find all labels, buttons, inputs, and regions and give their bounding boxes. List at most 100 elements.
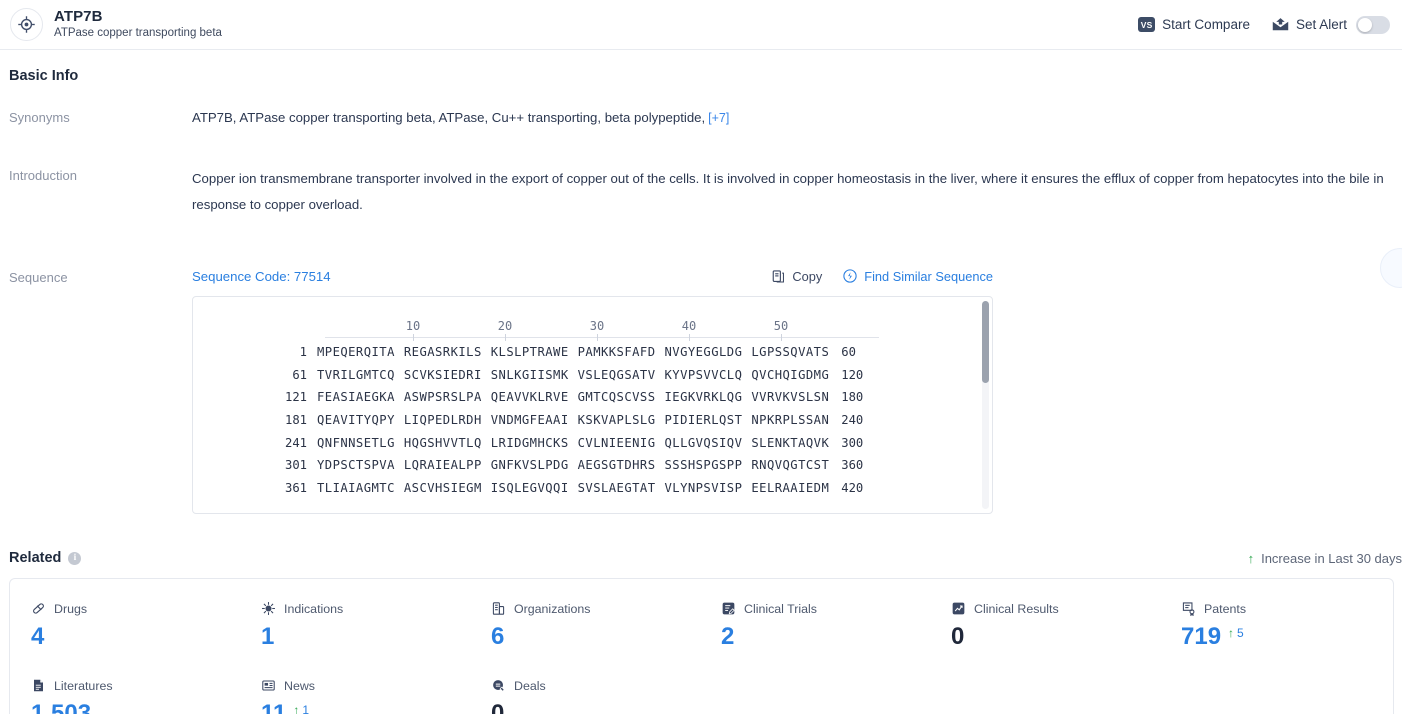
sequence-chunk: SCVKSIEDRI [403, 367, 482, 382]
sequence-chunk: AEGSGTDHRS [577, 458, 656, 473]
copy-button[interactable]: Copy [771, 269, 822, 284]
capsule-icon [31, 601, 46, 616]
sequence-line-end: 120 [841, 367, 864, 382]
page-title: ATP7B [54, 8, 103, 25]
related-metric-drugs[interactable]: Drugs 4 [10, 601, 240, 652]
related-metric-clinical-trials[interactable]: Clinical Trials 2 [700, 601, 930, 652]
sequence-chunk: KYVPSVVCLQ [664, 367, 743, 382]
target-icon [10, 8, 43, 41]
related-metric-value-row: 719 ↑ 5 [1181, 622, 1390, 652]
related-metric-value-row: 0 [491, 699, 700, 714]
related-metric-deals[interactable]: Deals 0 [470, 678, 700, 714]
copy-icon [771, 269, 786, 284]
sequence-chunk: QVCHQIGDMG [751, 367, 830, 382]
related-metric-literatures[interactable]: Literatures 1,503 [10, 678, 240, 714]
related-title: Related [9, 550, 62, 566]
page-subtitle: ATPase copper transporting beta [54, 27, 222, 39]
sequence-code-link[interactable]: Sequence Code: 77514 [192, 269, 331, 284]
sequence-chunk: SVSLAEGTAT [577, 480, 656, 495]
sequence-chunk: EELRAAIEDM [751, 480, 830, 495]
clinical-trial-icon [721, 601, 736, 616]
sequence-line: 121 FEASIAEGKA ASWPSRSLPA QEAVVKLRVE GMTCQSC… [193, 386, 992, 409]
sequence-chunk: FEASIAEGKA [317, 390, 395, 405]
sequence-line-start: 301 [284, 458, 307, 473]
find-similar-sequence-button[interactable]: Find Similar Sequence [842, 268, 993, 284]
related-metric-head: Deals [491, 678, 700, 693]
ruler-tick-label: 40 [681, 319, 697, 333]
sequence-viewer[interactable]: 10 20 30 40 50 1 MPEQERQITA REGASRKILS K… [192, 296, 993, 514]
sequence-chunks: QNFNNSETLG HQGSHVVTLQ LRIDGMHCKS CVLNIEENIG… [317, 436, 829, 450]
related-metric-delta-value: 1 [302, 703, 310, 714]
related-metric-head: Literatures [31, 678, 240, 693]
sequence-chunks: TLIAIAGMTC ASCVHSIEGM ISQLEGVQQI SVSLAEGTAT… [317, 481, 829, 495]
sequence-chunk: GNFKVSLPDG [490, 458, 569, 473]
related-metric-value-row: 1 [261, 622, 470, 652]
increase-legend: ↑ Increase in Last 30 days [1248, 551, 1402, 566]
set-alert-toggle[interactable] [1356, 15, 1390, 34]
related-metric-news[interactable]: News 11 ↑ 1 [240, 678, 470, 714]
ruler-tick-label: 10 [405, 319, 421, 333]
sequence-chunks: QEAVITYQPY LIQPEDLRDH VNDMGFEAAI KSKVAPLSLG… [317, 413, 829, 427]
synonyms-value-wrap: ATP7B, ATPase copper transporting beta, … [192, 108, 729, 128]
sequence-chunk: CVLNIEENIG [577, 435, 656, 450]
sequence-line-end: 60 [841, 345, 856, 360]
sequence-chunk: TVRILGMTCQ [317, 367, 395, 382]
sequence-line-end: 420 [841, 480, 864, 495]
related-metric-delta: ↑ 1 [293, 703, 309, 714]
related-metric-patents[interactable]: Patents 719 ↑ 5 [1160, 601, 1390, 652]
sequence-chunk: HQGSHVVTLQ [403, 435, 482, 450]
related-metric-indications[interactable]: Indications 1 [240, 601, 470, 652]
related-metric-delta: ↑ 5 [1228, 626, 1244, 640]
sequence-chunk: REGASRKILS [403, 345, 482, 360]
sequence-chunk: LRIDGMHCKS [490, 435, 569, 450]
start-compare-label: Start Compare [1162, 17, 1250, 32]
related-metric-value[interactable]: 0 [951, 622, 964, 652]
sequence-chunk: NPKRPLSSAN [751, 413, 830, 428]
ruler-tick-mark [689, 334, 690, 341]
related-metric-head: News [261, 678, 470, 693]
sequence-chunk: QEAVITYQPY [317, 413, 395, 428]
related-metric-value[interactable]: 1,503 [31, 699, 91, 714]
start-compare-button[interactable]: VS Start Compare [1138, 17, 1250, 32]
related-metric-value[interactable]: 1 [261, 622, 274, 652]
sequence-ruler: 10 20 30 40 50 [325, 315, 879, 341]
vs-icon: VS [1138, 17, 1156, 32]
ruler-tick-label: 50 [773, 319, 789, 333]
related-metric-value[interactable]: 11 [261, 699, 286, 714]
find-similar-icon [842, 268, 858, 284]
related-metric-value[interactable]: 2 [721, 622, 734, 652]
related-metric-head: Clinical Results [951, 601, 1160, 616]
info-icon[interactable]: i [68, 551, 82, 565]
related-metric-value[interactable]: 4 [31, 622, 44, 652]
brand-block: ATP7B ATPase copper transporting beta [10, 8, 222, 41]
related-metric-label: Drugs [54, 601, 88, 616]
introduction-row: Introduction Copper ion transmembrane tr… [9, 166, 1402, 218]
sequence-line-list: 1 MPEQERQITA REGASRKILS KLSLPTRAWE PAMKKSFAF… [193, 341, 992, 499]
sequence-chunk: IEGKVRKLQG [664, 390, 743, 405]
sequence-chunk: VSLEQGSATV [577, 367, 656, 382]
related-metric-grid: Drugs 4 Indications 1 Organizations 6 Clinical… [10, 601, 1393, 714]
sequence-scrollbar[interactable] [982, 301, 989, 509]
related-metric-value[interactable]: 6 [491, 622, 504, 652]
sequence-line: 241 QNFNNSETLG HQGSHVVTLQ LRIDGMHCKS CVLNIEE… [193, 431, 992, 454]
sequence-line-start: 121 [284, 390, 307, 405]
related-metric-head: Organizations [491, 601, 700, 616]
sequence-chunk: VVRVKVSLSN [751, 390, 830, 405]
sequence-scrollbar-thumb[interactable] [982, 301, 989, 383]
related-metric-label: Patents [1204, 601, 1247, 616]
page-body: Basic Info Synonyms ATP7B, ATPase copper… [0, 50, 1402, 714]
related-metric-value[interactable]: 719 [1181, 622, 1221, 652]
related-metric-organizations[interactable]: Organizations 6 [470, 601, 700, 652]
related-metric-label: News [284, 678, 315, 693]
sequence-line-start: 181 [284, 413, 307, 428]
sequence-chunk: GMTCQSCVSS [577, 390, 656, 405]
related-metric-value-row: 1,503 [31, 699, 240, 714]
sequence-chunk: ASWPSRSLPA [403, 390, 482, 405]
related-metric-value[interactable]: 0 [491, 699, 504, 714]
related-metric-clinical-results[interactable]: Clinical Results 0 [930, 601, 1160, 652]
synonyms-more-link[interactable]: [+7] [708, 111, 729, 125]
sequence-line: 61 TVRILGMTCQ SCVKSIEDRI SNLKGIISMK VSLEQGSA… [193, 364, 992, 387]
set-alert-button[interactable]: Set Alert [1272, 15, 1390, 34]
sequence-line-start: 1 [299, 345, 307, 360]
basic-info-grid: Synonyms ATP7B, ATPase copper transporti… [0, 84, 1402, 514]
